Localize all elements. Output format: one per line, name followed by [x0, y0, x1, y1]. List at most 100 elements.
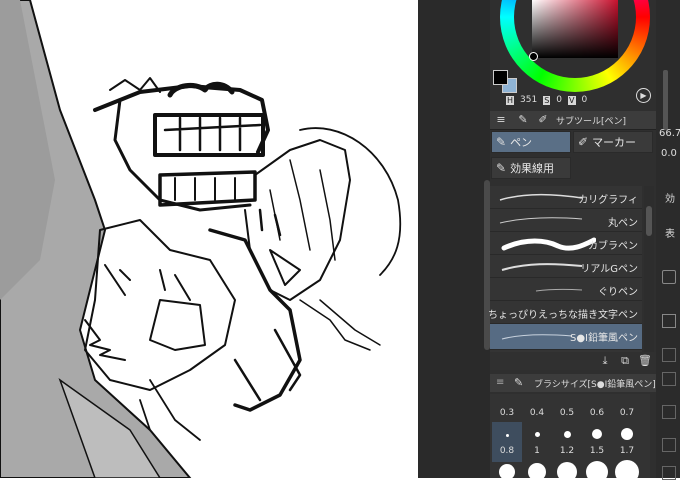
brush-stroke-preview	[501, 263, 583, 271]
brush-name: S●I鉛筆風ペン	[569, 333, 638, 344]
brush-item-pencil-style-pen[interactable]: S●I鉛筆風ペン	[490, 324, 642, 350]
main-color-swatch[interactable]	[493, 70, 508, 85]
category-pen[interactable]: ✎ ペン	[491, 131, 571, 153]
right-checkbox-5[interactable]	[662, 405, 676, 419]
right-checkbox-2[interactable]	[662, 314, 676, 328]
brush-size-grid: 0.3 0.4 0.5 0.6 0.7 0.8 1 1.2 1.5 1.7	[490, 394, 650, 484]
brush-stroke-preview	[499, 217, 583, 224]
size-dot	[621, 428, 633, 440]
pen-tab-icon[interactable]: ✎	[516, 113, 530, 127]
effect-pen-icon: ✎	[496, 161, 507, 175]
size-dot	[528, 463, 546, 481]
download-icon[interactable]: ⤓	[598, 354, 612, 368]
h-label: H	[506, 95, 515, 105]
size-label: 0.8	[499, 446, 515, 456]
brush-item-maru-pen[interactable]: 丸ペン	[490, 209, 642, 232]
size-cell-1[interactable]: 1	[522, 422, 552, 462]
category-marker-label: マーカー	[592, 136, 637, 149]
right-panel-scrollbar[interactable]	[663, 70, 668, 130]
right-checkbox-3[interactable]	[662, 348, 676, 362]
h-value: 351	[520, 95, 538, 105]
size-cell-1-7[interactable]: 1.7	[612, 422, 642, 462]
brush-tab-icon[interactable]: ✐	[536, 113, 550, 127]
v-label: V	[568, 95, 576, 105]
brush-size-tab-icon[interactable]: ✎	[514, 376, 523, 389]
category-effect-lines[interactable]: ✎ 効果線用	[491, 157, 571, 179]
category-pen-label: ペン	[510, 136, 533, 149]
size-label: 0.7	[619, 408, 635, 418]
size-label: 0.6	[589, 408, 605, 418]
right-value-1: 66.7	[659, 128, 680, 139]
brush-name: リアルGペン	[580, 264, 638, 275]
brush-size-panel-title: ブラシサイズ[S●I鉛筆風ペン]	[534, 380, 656, 390]
size-dot	[592, 429, 602, 439]
brush-name: 丸ペン	[608, 218, 638, 229]
color-mode-play-icon[interactable]: ▶	[636, 88, 651, 103]
category-effect-lines-label: 効果線用	[510, 162, 555, 175]
s-value: 0	[556, 95, 563, 105]
brush-item-guri-pen[interactable]: ぐりペン	[490, 278, 642, 301]
size-cell-1-2[interactable]: 1.2	[552, 422, 582, 462]
v-value: 0	[581, 95, 588, 105]
brush-item-kabura-pen[interactable]: カブラペン	[490, 232, 642, 255]
panel-left-strip	[418, 0, 490, 478]
size-cell-row3-b[interactable]	[522, 460, 552, 500]
right-checkbox-1[interactable]	[662, 270, 676, 284]
size-cell-0-8[interactable]: 0.8	[492, 422, 522, 462]
brush-stroke-preview	[501, 237, 596, 251]
right-checkbox-6[interactable]	[662, 438, 676, 452]
trash-icon[interactable]: 🗑	[638, 354, 652, 368]
pen-icon: ✎	[496, 135, 507, 149]
size-dot	[564, 431, 571, 438]
sketch-artwork	[0, 0, 402, 478]
brush-list: カリグラフィ 丸ペン カブラペン リアルGペン ぐりペン ちょっぴりえっちな描き…	[488, 186, 642, 352]
brush-stroke-preview	[501, 334, 573, 340]
subtool-toolbar: ⤓ ⧉ 🗑	[490, 352, 656, 370]
size-dot	[586, 461, 608, 483]
brush-item-lettering-pen[interactable]: ちょっぴりえっちな描き文字ペン	[488, 301, 642, 324]
brush-name: ちょっぴりえっちな描き文字ペン	[488, 310, 638, 321]
brush-stroke-preview	[535, 288, 583, 292]
s-label: S	[543, 95, 551, 105]
size-dot	[535, 432, 540, 437]
brush-item-real-g-pen[interactable]: リアルGペン	[490, 255, 642, 278]
size-label: 0.4	[529, 408, 545, 418]
size-label: 1	[534, 446, 540, 456]
panel-menu-icon[interactable]: ≡	[496, 377, 504, 388]
brush-size-panel-header: ≡ ✎ ブラシサイズ[S●I鉛筆風ペン]	[490, 374, 656, 392]
right-label-2: 表	[665, 229, 675, 240]
brush-name: カブラペン	[588, 241, 638, 252]
size-dot	[557, 462, 577, 482]
copy-icon[interactable]: ⧉	[618, 354, 632, 368]
brush-name: カリグラフィ	[578, 195, 638, 206]
size-cell-1-5[interactable]: 1.5	[582, 422, 612, 462]
brush-list-scrollbar[interactable]	[644, 186, 654, 352]
size-dot	[506, 434, 509, 437]
right-value-2: 0.0	[661, 148, 677, 159]
category-marker[interactable]: ✐ マーカー	[573, 131, 653, 153]
size-label: 0.3	[499, 408, 515, 418]
subtool-panel-header: ≡ ✎ ✐ サブツール[ペン]	[490, 111, 656, 130]
drawing-canvas[interactable]	[0, 0, 418, 478]
size-cell-row3-d[interactable]	[582, 460, 612, 500]
size-label: 1.7	[619, 446, 635, 456]
size-cell-row3-a[interactable]	[492, 460, 522, 500]
size-label: 1.5	[589, 446, 605, 456]
color-picker-cursor[interactable]	[529, 52, 538, 61]
size-label: 0.5	[559, 408, 575, 418]
brush-list-scroll-thumb[interactable]	[646, 206, 652, 236]
brush-stroke-preview	[499, 193, 583, 201]
size-dot	[615, 460, 639, 484]
saturation-value-square[interactable]	[532, 0, 618, 58]
size-cell-row3-e[interactable]	[612, 460, 642, 500]
marker-icon: ✐	[578, 135, 589, 149]
brush-item-calligraphy[interactable]: カリグラフィ	[490, 186, 642, 209]
subtool-panel-title: サブツール[ペン]	[556, 117, 627, 127]
brush-name: ぐりペン	[598, 287, 638, 298]
right-label-1: 効	[665, 194, 675, 205]
size-label: 1.2	[559, 446, 575, 456]
panel-menu-icon[interactable]: ≡	[494, 113, 508, 127]
right-checkbox-4[interactable]	[662, 372, 676, 386]
size-cell-row3-c[interactable]	[552, 460, 582, 500]
hsv-readout: H 351 S 0 V 0	[506, 94, 587, 106]
